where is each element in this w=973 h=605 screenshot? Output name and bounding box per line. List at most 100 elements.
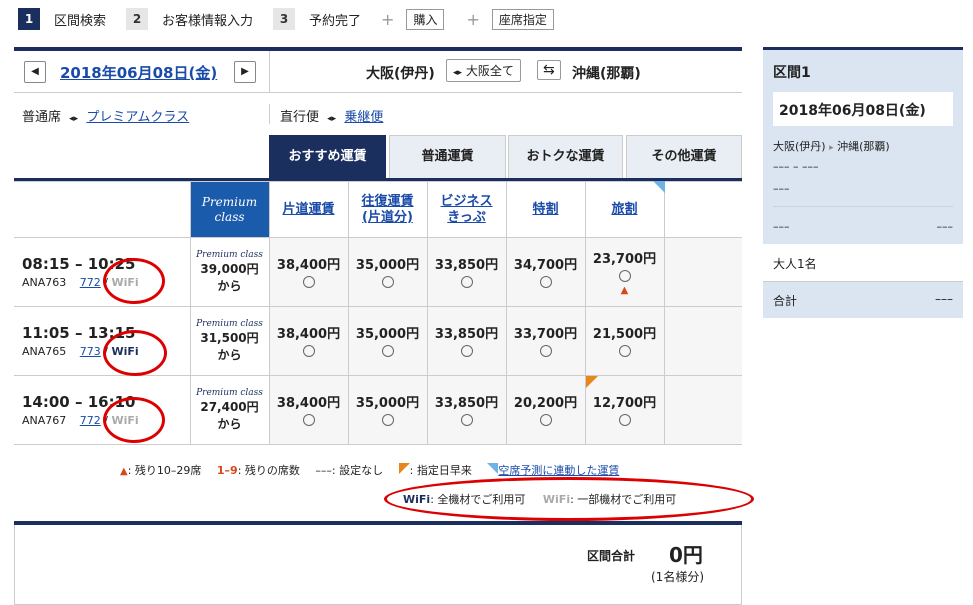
premium-fare-cell[interactable]: Premium class 27,400円 から <box>189 375 270 445</box>
fare-price: 35,000円 <box>355 257 420 273</box>
fare-cell[interactable]: 38,400円 <box>268 237 349 307</box>
plus-icon: + <box>466 9 480 29</box>
segment-fare-left: ––– <box>773 220 790 233</box>
fare-radio[interactable] <box>302 344 315 357</box>
fare-cell[interactable]: 21,500円 <box>584 306 665 376</box>
fare-price: 33,700円 <box>513 326 578 342</box>
fare-cell[interactable]: 38,400円 <box>268 375 349 445</box>
arrow-right-icon: ▸ <box>829 143 834 153</box>
premium-class-label: Premium class <box>196 319 263 329</box>
fare-price: 35,000円 <box>355 326 420 342</box>
premium-fare-cell[interactable]: Premium class 31,500円 から <box>189 306 270 376</box>
segment-route: 大阪(伊丹) ▸ 沖縄(那覇) <box>773 138 890 154</box>
connecting-flight-link[interactable]: 乗継便 <box>344 110 383 125</box>
fare-price: 38,400円 <box>276 326 341 342</box>
premium-logo: class <box>214 209 245 224</box>
fare-price: 21,500円 <box>592 326 657 342</box>
fare-price: 20,200円 <box>513 395 578 411</box>
step-label: お客様情報入力 <box>162 13 254 29</box>
flight-number: ANA763 <box>22 276 67 289</box>
premium-class-link[interactable]: プレミアムクラス <box>86 110 189 125</box>
fare-price: 33,850円 <box>434 257 499 273</box>
fare-cell[interactable]: 35,000円 <box>347 375 428 445</box>
fare-radio[interactable] <box>618 344 631 357</box>
direct-label: 直行便 <box>280 110 320 125</box>
legend-text: : 設定なし <box>331 464 384 477</box>
fare-cell[interactable]: 35,000円 <box>347 237 428 307</box>
fare-price: 35,000円 <box>355 395 420 411</box>
flight-info: 11:05 – 13:15 ANA765 773 / WiFi <box>14 306 191 376</box>
fare-cell[interactable]: 38,400円 <box>268 306 349 376</box>
fare-header-link[interactable]: 特割 <box>532 202 558 217</box>
legend-text: : 指定日早来 <box>409 464 472 477</box>
total-label: 区間合計 <box>587 549 636 563</box>
step-label: 区間検索 <box>54 13 107 29</box>
fare-header-link[interactable]: 往復運賃 (片道分) <box>361 194 413 225</box>
fare-radio[interactable] <box>618 270 631 282</box>
double-arrow-icon: ◂▸ <box>327 114 337 124</box>
divider <box>269 51 270 93</box>
aircraft-link[interactable]: 772 <box>80 276 101 289</box>
fare-header-link[interactable]: 旅割 <box>611 202 637 217</box>
swap-button[interactable]: ⇆ <box>537 60 561 80</box>
divider <box>773 206 953 207</box>
seat-forecast-link[interactable]: 空席予測に連動した運賃 <box>498 464 619 477</box>
fare-cell[interactable]: 33,850円 <box>426 375 507 445</box>
route-type-row: 直行便 ◂▸ 乗継便 <box>280 106 383 125</box>
tab-normal-fare[interactable]: 普通運賃 <box>389 135 506 179</box>
total-box: 区間合計 0円 (1名様分) <box>14 525 742 605</box>
premium-class-label: Premium class <box>196 250 263 260</box>
fare-radio[interactable] <box>381 275 394 288</box>
fare-radio[interactable] <box>302 275 315 288</box>
flight-number: ANA767 <box>22 414 67 427</box>
segment-title: 区間1 <box>773 65 811 81</box>
step-number: 2 <box>126 8 149 30</box>
divider <box>269 104 270 124</box>
plus-icon: + <box>381 9 395 29</box>
prev-date-button[interactable]: ◀ <box>24 61 46 83</box>
fare-radio[interactable] <box>618 413 631 426</box>
flight-info: 08:15 – 10:25 ANA763 772 / WiFi <box>14 237 191 307</box>
fare-radio[interactable] <box>460 413 473 426</box>
fare-header-link[interactable]: 片道運賃 <box>282 202 334 217</box>
fare-header-row: Premium class 片道運賃 往復運賃 (片道分) ビジネス きっぷ 特… <box>14 181 742 238</box>
fare-radio[interactable] <box>302 413 315 426</box>
fare-cell[interactable]: 33,850円 <box>426 237 507 307</box>
seat-class-row: 普通席 ◂▸ プレミアムクラス <box>22 106 189 125</box>
fare-cell[interactable]: 35,000円 <box>347 306 428 376</box>
tab-recommended[interactable]: おすすめ運賃 <box>269 135 386 179</box>
fare-header-link[interactable]: ビジネス きっぷ <box>440 194 492 225</box>
total-note: (1名様分) <box>651 570 704 584</box>
fare-radio[interactable] <box>381 413 394 426</box>
step-number: 3 <box>273 8 296 30</box>
fare-cell[interactable]: 33,700円 <box>505 306 586 376</box>
orange-corner-icon <box>398 463 410 474</box>
next-date-button[interactable]: ▶ <box>234 61 256 83</box>
date-link[interactable]: 2018年06月08日(金) <box>60 62 217 83</box>
itinerary-sidebar: 区間1 2018年06月08日(金) 大阪(伊丹) ▸ 沖縄(那覇) ––– –… <box>763 47 963 318</box>
date-bar: ◀ 2018年06月08日(金) ▶ 大阪(伊丹) ◂▸ 大阪全て ⇆ 沖縄(那… <box>14 51 742 93</box>
tab-discount-fare[interactable]: おトクな運賃 <box>508 135 623 179</box>
aircraft-link[interactable]: 773 <box>80 345 101 358</box>
fare-cell[interactable]: 12,700円 <box>584 375 665 445</box>
double-arrow-icon: ◂▸ <box>69 114 79 124</box>
blank-cell <box>663 237 742 307</box>
fare-cell[interactable]: 34,700円 <box>505 237 586 307</box>
fare-price: 38,400円 <box>276 257 341 273</box>
fare-radio[interactable] <box>539 275 552 288</box>
fare-radio[interactable] <box>460 275 473 288</box>
tab-other-fare[interactable]: その他運賃 <box>626 135 742 179</box>
origin-all-button[interactable]: ◂▸ 大阪全て <box>446 59 521 82</box>
header-blank <box>14 181 191 238</box>
step-label: 予約完了 <box>309 13 362 29</box>
premium-fare-cell[interactable]: Premium class 39,000円 から <box>189 237 270 307</box>
fare-radio[interactable] <box>539 413 552 426</box>
fare-cell[interactable]: 23,700円 ▲ <box>584 237 665 307</box>
fare-radio[interactable] <box>460 344 473 357</box>
fare-cell[interactable]: 20,200円 <box>505 375 586 445</box>
aircraft-link[interactable]: 772 <box>80 414 101 427</box>
fare-cell[interactable]: 33,850円 <box>426 306 507 376</box>
fare-radio[interactable] <box>381 344 394 357</box>
fare-price: 34,700円 <box>513 257 578 273</box>
fare-radio[interactable] <box>539 344 552 357</box>
